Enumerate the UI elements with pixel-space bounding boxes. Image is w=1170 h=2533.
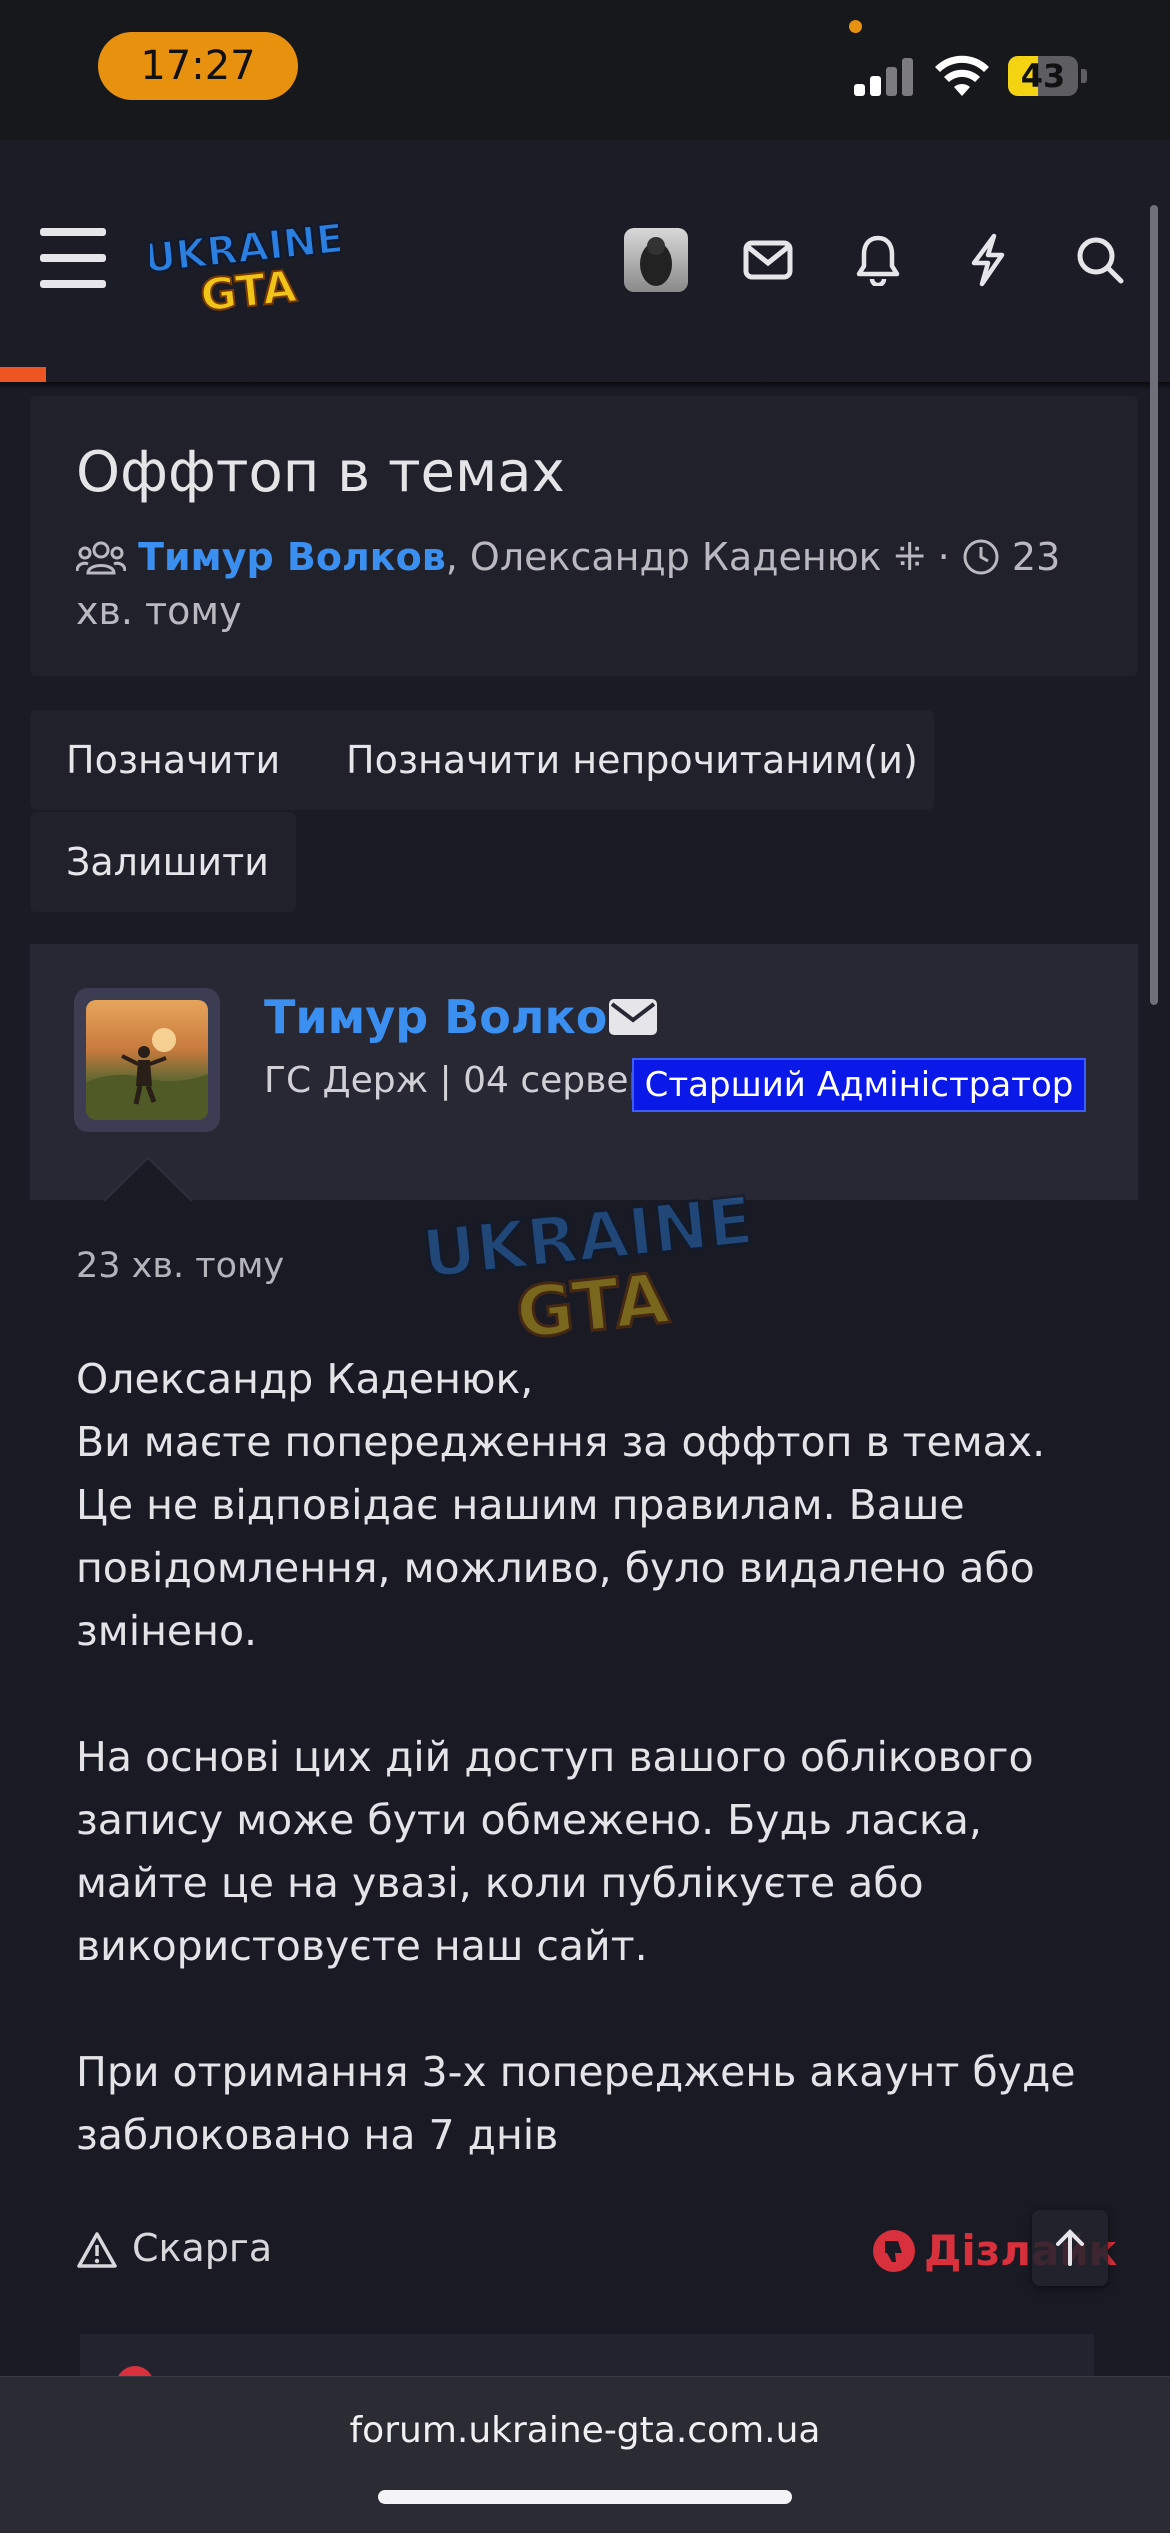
home-indicator[interactable] [378,2490,792,2504]
search-icon[interactable] [1068,228,1132,292]
poster-name-link[interactable]: Тимур Волков [264,990,636,1044]
post-line: Олександр Каденюк, [76,1355,534,1403]
report-button[interactable]: Скарга [76,2226,272,2270]
post-timestamp[interactable]: 23 хв. тому [76,1246,284,1286]
page-title: Оффтоп в темах [76,440,565,505]
mark-unread-button[interactable]: Позначити непрочитаним(и) [346,710,918,810]
envelope-icon[interactable] [608,998,658,1036]
poster-avatar[interactable] [74,988,220,1132]
browser-address-bar[interactable] [0,2376,1170,2533]
role-badge: Старший Адміністратор [632,1058,1086,1112]
avatar[interactable] [624,228,688,292]
signal-icon [854,56,914,96]
post-content: Олександр Каденюк, Ви маєте попередження… [76,1348,1106,2167]
poster-subtitle: ГС Держ | 04 сервер [264,1060,652,1101]
thread-author-link[interactable]: Тимур Волков [138,535,446,579]
bolt-icon[interactable] [956,228,1020,292]
battery-icon: 43 [1008,56,1088,96]
page-load-progress [0,367,46,382]
scroll-to-top-button[interactable] [1032,2210,1108,2286]
participant-badge-icon: ⁜ [881,535,926,579]
arrow-up-icon [1056,2229,1084,2266]
battery-level: 43 [1020,57,1066,95]
wifi-icon [935,55,989,96]
menu-icon[interactable] [40,228,106,288]
users-icon [75,541,127,575]
mail-icon[interactable] [736,228,800,292]
thread-participants: , Олександр Каденюк [445,535,882,579]
leave-button[interactable]: Залишити [66,812,269,912]
recording-indicator [849,20,862,33]
thumbs-down-icon [873,2230,915,2272]
site-logo[interactable]: UKRAINE GTA [150,210,340,315]
thread-actions: Позначити Позначити непрочитаним(и) [30,710,934,810]
status-time: 17:27 [98,32,298,100]
thread-meta: Тимур Волков, Олександр Каденюк ⁜ · 23 х… [75,535,1061,633]
post-line: Ви маєте попередження за оффтоп в темах.… [76,1418,1046,1655]
logo-line2: GTA [198,261,299,315]
url-text[interactable]: forum.ukraine-gta.com.ua [0,2410,1170,2451]
post-line: При отримання 3-х попереджень акаунт буд… [76,2048,1076,2159]
bell-icon[interactable] [846,228,910,292]
mark-button[interactable]: Позначити [66,710,280,810]
warning-icon [77,2232,117,2268]
post-line: На основі цих дій доступ вашого обліково… [76,1733,1034,1970]
clock-icon [963,539,999,575]
leave-action: Залишити [30,812,296,912]
scrollbar[interactable] [1150,205,1158,1005]
logo-watermark: UKRAINE GTA [420,1181,758,1340]
